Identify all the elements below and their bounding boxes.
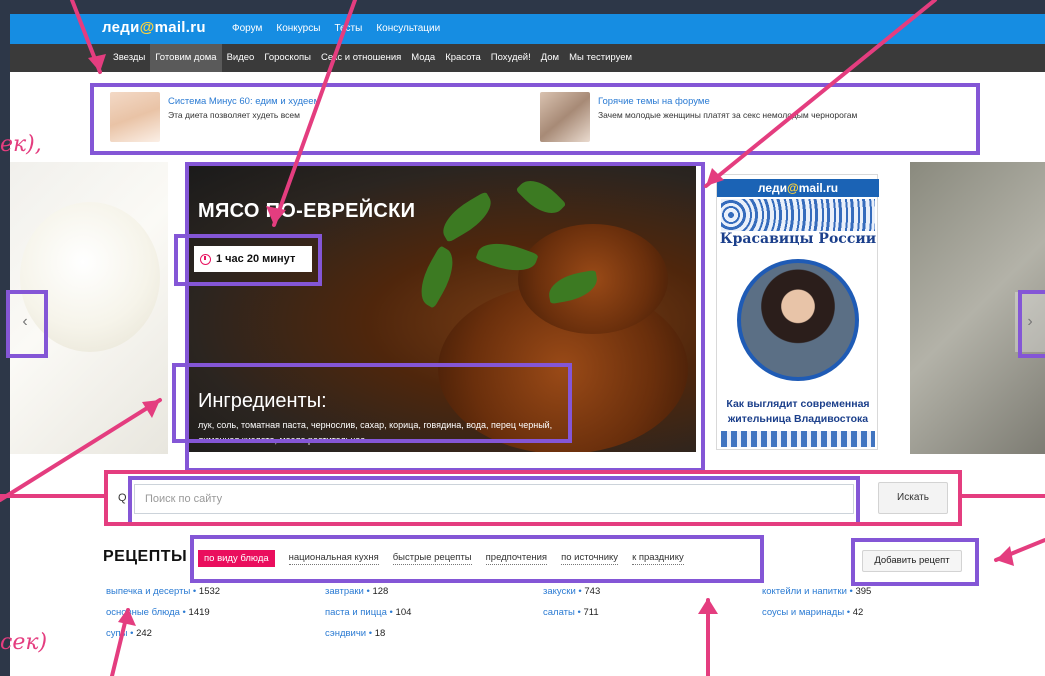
- annotation-box-promos: [90, 83, 980, 155]
- annotation-box-ingredients: [172, 363, 572, 443]
- nav-item-cooking[interactable]: Готовим дома: [150, 44, 222, 72]
- header-link-forum[interactable]: Форум: [232, 23, 262, 34]
- nav-item-relationships[interactable]: Секс и отношения: [316, 44, 406, 72]
- category-name[interactable]: паста и пицца: [325, 607, 387, 618]
- category-name[interactable]: завтраки: [325, 586, 364, 597]
- ad-caption: Как выглядит современная жительница Влад…: [726, 398, 870, 425]
- category-count: 128: [372, 586, 389, 597]
- annotation-box-next-arrow: [1018, 290, 1045, 358]
- logo-at: @: [139, 19, 155, 36]
- category-name[interactable]: основные блюда: [106, 607, 180, 618]
- nav-item-horoscopes[interactable]: Гороскопы: [259, 44, 316, 72]
- recipe-category-column: завтраки • 128 паста и пицца • 104 сэндв…: [325, 586, 411, 649]
- ad-title: Красавицы России: [719, 231, 877, 247]
- category-name[interactable]: коктейли и напитки: [762, 586, 847, 597]
- recipe-category-link[interactable]: соусы и маринады • 42: [762, 607, 871, 628]
- nav-item-fashion[interactable]: Мода: [406, 44, 440, 72]
- recipe-category-link[interactable]: основные блюда • 1419: [106, 607, 220, 628]
- site-logo[interactable]: леди@mail.ru: [102, 19, 206, 36]
- recipe-category-link[interactable]: завтраки • 128: [325, 586, 411, 607]
- category-name[interactable]: сэндвичи: [325, 628, 366, 639]
- category-nav: Звезды Готовим дома Видео Гороскопы Секс…: [10, 44, 1045, 72]
- nav-item-home[interactable]: Дом: [536, 44, 564, 72]
- logo-prefix: леди: [102, 19, 140, 36]
- annotation-box-time: [174, 234, 322, 286]
- handwritten-note: ек),: [0, 132, 42, 157]
- ad-ornament: [721, 199, 875, 231]
- ad-logo-suffix: mail.ru: [798, 181, 839, 195]
- recipe-category-column: выпечка и десерты • 1532 основные блюда …: [106, 586, 220, 649]
- nav-item-stars[interactable]: Звезды: [108, 44, 150, 72]
- category-name[interactable]: закуски: [543, 586, 576, 597]
- category-count: 42: [852, 607, 864, 618]
- recipe-category-link[interactable]: салаты • 711: [543, 607, 600, 628]
- recipes-heading: РЕЦЕПТЫ: [103, 548, 188, 565]
- category-count: 1532: [198, 586, 221, 597]
- nav-item-we-test[interactable]: Мы тестируем: [564, 44, 637, 72]
- header-link-tests[interactable]: Тесты: [334, 23, 362, 34]
- category-count: 18: [374, 628, 386, 639]
- ad-portrait-image: [737, 259, 859, 381]
- header-links: Форум Конкурсы Тесты Консультации: [232, 23, 440, 34]
- recipe-category-link[interactable]: супы • 242: [106, 628, 220, 649]
- category-count: 1419: [188, 607, 210, 618]
- ad-banner[interactable]: леди@mail.ru Красавицы России Как выгляд…: [716, 174, 879, 450]
- annotation-box-add-recipe: [851, 538, 979, 586]
- recipe-category-link[interactable]: коктейли и напитки • 395: [762, 586, 871, 607]
- annotation-box-search-row: [104, 470, 962, 526]
- ad-ornament-bottom: [721, 431, 875, 447]
- nav-item-lose-weight[interactable]: Похудей!: [486, 44, 536, 72]
- category-count: 104: [395, 607, 412, 618]
- category-name[interactable]: супы: [106, 628, 127, 639]
- recipe-category-link[interactable]: выпечка и десерты • 1532: [106, 586, 220, 607]
- category-name[interactable]: соусы и маринады: [762, 607, 844, 618]
- category-count: 242: [136, 628, 152, 639]
- ad-logo-at: @: [787, 181, 799, 195]
- category-count: 711: [583, 607, 599, 618]
- recipe-category-link[interactable]: сэндвичи • 18: [325, 628, 411, 649]
- annotation-box-filters: [190, 535, 764, 583]
- header-link-contests[interactable]: Конкурсы: [276, 23, 320, 34]
- nav-item-video[interactable]: Видео: [222, 44, 260, 72]
- annotation-box-prev-arrow: [6, 290, 48, 358]
- recipe-category-column: закуски • 743 салаты • 711: [543, 586, 600, 628]
- recipe-category-link[interactable]: паста и пицца • 104: [325, 607, 411, 628]
- header-bar: леди@mail.ru Форум Конкурсы Тесты Консул…: [10, 14, 1045, 44]
- handwritten-note: сек): [0, 630, 48, 655]
- category-name[interactable]: выпечка и десерты: [106, 586, 190, 597]
- recipe-category-link[interactable]: закуски • 743: [543, 586, 600, 607]
- ad-logo: леди@mail.ru: [717, 179, 879, 197]
- category-name[interactable]: салаты: [543, 607, 575, 618]
- ad-logo-prefix: леди: [757, 181, 788, 195]
- recipe-category-column: коктейли и напитки • 395 соусы и маринад…: [762, 586, 871, 628]
- category-count: 743: [584, 586, 601, 597]
- header-link-consultations[interactable]: Консультации: [376, 23, 440, 34]
- logo-suffix: mail.ru: [154, 19, 206, 36]
- nav-item-beauty[interactable]: Красота: [440, 44, 486, 72]
- category-count: 395: [855, 586, 872, 597]
